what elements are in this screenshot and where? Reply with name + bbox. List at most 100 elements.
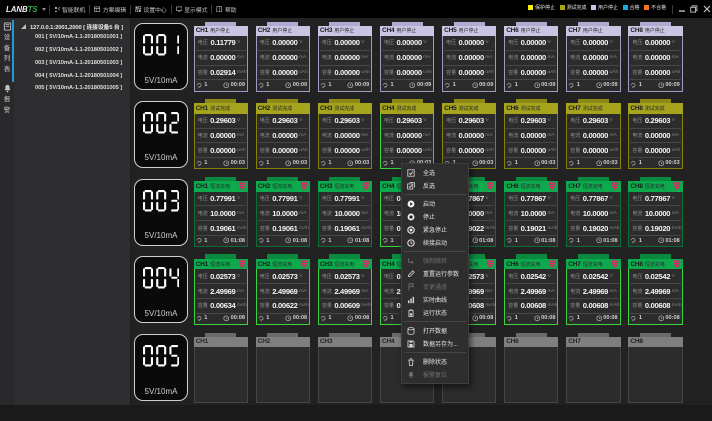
channel-status-label: 恒流充电 xyxy=(645,261,665,268)
capacity-label: 容量 xyxy=(632,225,642,232)
context-menu-item-run-status[interactable]: 运行状态 xyxy=(402,306,468,319)
voltage-value: 0.29603 xyxy=(645,116,670,125)
tree-item-device-3[interactable]: 003 [ 5V/10mA-1.1-20180501003 ] xyxy=(14,57,130,70)
channel-card-003-ch1[interactable]: CH1恒流充电电压0.77991V电流10.0000mA容量0.19061mAh… xyxy=(194,181,248,247)
clock-icon xyxy=(409,82,416,89)
side-tab-2[interactable]: 报警 xyxy=(0,84,14,116)
current-unit: mA xyxy=(299,211,308,216)
channel-card-001-ch4[interactable]: CH4用户停止电压0.00000V电流0.00000mA容量0.00000uAh… xyxy=(380,26,434,92)
context-menu-item-delete-status[interactable]: 删除状态 xyxy=(402,355,468,368)
channel-header: CH6 xyxy=(504,337,558,348)
tree-item-device-2[interactable]: 002 [ 5V/10mA-1.1-20180501002 ] xyxy=(14,44,130,57)
channel-card-001-ch8[interactable]: CH8用户停止电压0.00000V电流0.00000mA容量0.00000uAh… xyxy=(628,26,682,92)
channel-card-004-ch6[interactable]: CH6恒流充电电压0.02542V电流2.49969mA容量0.00608mAh… xyxy=(504,259,558,325)
tree-item-device-5[interactable]: 005 [ 5V/10mA-1.1-20180501005 ] xyxy=(14,82,130,95)
context-menu-item-reset-params[interactable]: 重置运行参数 xyxy=(402,267,468,280)
channel-card-005-ch6[interactable]: CH6 xyxy=(504,337,558,403)
menubar-item-3[interactable]: 设置中心 xyxy=(134,0,168,18)
channel-name: CH7 xyxy=(568,105,580,112)
channel-card-001-ch6[interactable]: CH6用户停止电压0.00000V电流0.00000mA容量0.00000uAh… xyxy=(504,26,558,92)
channel-card-003-ch6[interactable]: CH6恒流充电电压0.77867V电流10.0000mA容量0.19021mAh… xyxy=(504,181,558,247)
channel-card-003-ch3[interactable]: CH3恒流充电电压0.77991V电流10.0000mA容量0.19061mAh… xyxy=(318,181,372,247)
voltage-unit: V xyxy=(237,274,246,279)
menubar-item-4[interactable]: 显示模式 xyxy=(175,0,209,18)
channel-card-004-ch7[interactable]: CH7恒流充电电压0.02542V电流2.49969mA容量0.00608mAh… xyxy=(566,259,620,325)
channel-capacity-row: 容量0.00634mAh xyxy=(196,299,246,314)
context-menu-item-invert-select[interactable]: 反选 xyxy=(402,179,468,192)
cycle-count: 1 xyxy=(515,82,518,88)
voltage-label: 电压 xyxy=(322,39,332,46)
clock-icon xyxy=(285,160,292,167)
channel-card-004-ch3[interactable]: CH3恒流充电电压0.02573V电流2.49969mA容量0.00609mAh… xyxy=(318,259,372,325)
channel-card-003-ch2[interactable]: CH2恒流充电电压0.77991V电流10.0000mA容量0.19061mAh… xyxy=(256,181,310,247)
device-display-003[interactable]: 5V/10mA xyxy=(134,179,188,246)
context-menu-item-save-data-as[interactable]: 数据另存为... xyxy=(402,337,468,350)
channel-card-002-ch2[interactable]: CH2测试完成电压0.29603V电流0.00000mA容量0.00000uAh… xyxy=(256,103,310,169)
menubar-item-2[interactable]: 方案编辑 xyxy=(93,0,127,18)
channel-card-001-ch2[interactable]: CH2用户停止电压0.00000V电流0.00000mA容量0.00000uAh… xyxy=(256,26,310,92)
close-button[interactable] xyxy=(701,2,712,16)
channel-footer: 100:03 xyxy=(320,158,370,169)
context-menu-item-start[interactable]: 启动 xyxy=(402,197,468,210)
channel-status-label: 恒流充电 xyxy=(521,261,541,268)
elapsed-time: 00:03 xyxy=(479,160,493,166)
device-display-002[interactable]: 5V/10mA xyxy=(134,101,188,168)
channel-card-002-ch5[interactable]: CH5测试完成电压0.29603V电流0.00000mA容量0.00000uAh… xyxy=(442,103,496,169)
tree-item-device-4[interactable]: 004 [ 5V/10mA-1.1-20180501004 ] xyxy=(14,69,130,82)
current-unit: mA xyxy=(361,133,370,138)
realtime-curve-icon xyxy=(407,296,415,304)
channel-footer: 100:08 xyxy=(320,313,370,324)
capacity-label: 容量 xyxy=(322,147,332,154)
channel-card-002-ch1[interactable]: CH1测试完成电压0.29603V电流0.00000mA容量0.00000uAh… xyxy=(194,103,248,169)
minimize-button[interactable] xyxy=(676,2,689,16)
menubar-item-1[interactable]: 智能联机 xyxy=(53,0,87,18)
channel-card-005-ch7[interactable]: CH7 xyxy=(566,337,620,403)
channel-card-005-ch8[interactable]: CH8 xyxy=(628,337,682,403)
channel-card-002-ch3[interactable]: CH3测试完成电压0.29603V电流0.00000mA容量0.00000uAh… xyxy=(318,103,372,169)
current-value: 2.49969 xyxy=(334,287,359,296)
cycle-count: 1 xyxy=(515,315,518,321)
menubar-item-5[interactable]: 帮助 xyxy=(215,0,237,18)
channel-card-003-ch7[interactable]: CH7恒流充电电压0.77867V电流10.0000mA容量0.19020mAh… xyxy=(566,181,620,247)
context-menu-item-realtime-curve[interactable]: 实时曲线 xyxy=(402,293,468,306)
channel-card-001-ch1[interactable]: CH1用户停止电压0.11779V电流0.00000mA容量0.02914mAh… xyxy=(194,26,248,92)
channel-footer: 101:08 xyxy=(258,235,308,246)
voltage-value: 0.02542 xyxy=(521,272,546,281)
device-display-005[interactable]: 5V/10mA xyxy=(134,334,188,401)
channel-card-001-ch5[interactable]: CH5用户停止电压0.00000V电流0.00000mA容量0.00000uAh… xyxy=(442,26,496,92)
channel-current-row: 电流10.0000mA xyxy=(196,206,246,221)
channel-card-005-ch1[interactable]: CH1 xyxy=(194,337,248,403)
channel-card-001-ch3[interactable]: CH3用户停止电压0.00000V电流0.00000mA容量0.00000uAh… xyxy=(318,26,372,92)
channel-card-002-ch8[interactable]: CH8测试完成电压0.29603V电流0.00000mA容量0.00000uAh… xyxy=(628,103,682,169)
channel-card-005-ch3[interactable]: CH3 xyxy=(318,337,372,403)
channel-card-002-ch6[interactable]: CH6测试完成电压0.29603V电流0.00000mA容量0.00000uAh… xyxy=(504,103,558,169)
channel-card-005-ch2[interactable]: CH2 xyxy=(256,337,310,403)
channel-voltage-row: 电压0.00000V xyxy=(320,36,370,51)
tree-item-device-1[interactable]: 001 [ 5V/10mA-1.1-20180501001 ] xyxy=(14,31,130,44)
context-menu-item-emergency-stop[interactable]: 紧急停止 xyxy=(402,223,468,236)
alarm-bell-icon xyxy=(3,84,12,93)
channel-card-001-ch7[interactable]: CH7用户停止电压0.00000V电流0.00000mA容量0.00000uAh… xyxy=(566,26,620,92)
context-menu-item-open-data[interactable]: 打开数据 xyxy=(402,324,468,337)
context-menu-item-stop[interactable]: 停止 xyxy=(402,210,468,223)
channel-card-003-ch8[interactable]: CH8恒流充电电压0.77867V电流10.0000mA容量0.19020mAh… xyxy=(628,181,682,247)
restore-button[interactable] xyxy=(688,2,701,16)
channel-card-004-ch1[interactable]: CH1恒流充电电压0.02573V电流2.49969mA容量0.00634mAh… xyxy=(194,259,248,325)
device-display-004[interactable]: 5V/10mA xyxy=(134,256,188,323)
battery-charging-icon xyxy=(300,260,308,268)
channel-card-002-ch4[interactable]: CH4测试完成电压0.29603V电流0.00000mA容量0.00000uAh… xyxy=(380,103,434,169)
channel-card-004-ch2[interactable]: CH2恒流充电电压0.02573V电流2.49969mA容量0.00622mAh… xyxy=(256,259,310,325)
channel-card-004-ch8[interactable]: CH8恒流充电电压0.02542V电流2.49969mA容量0.00608mAh… xyxy=(628,259,682,325)
channel-header: CH7用户停止 xyxy=(566,26,620,37)
app-logo[interactable]: LANBTS xyxy=(6,5,46,14)
channel-card-002-ch7[interactable]: CH7测试完成电压0.29603V电流0.00000mA容量0.00000uAh… xyxy=(566,103,620,169)
channel-current-row: 电流2.49969mA xyxy=(506,284,556,299)
legend-item-1: 保护停止 xyxy=(528,4,555,11)
channel-header: CH6用户停止 xyxy=(504,26,558,37)
cycle-icon xyxy=(382,160,389,167)
context-menu-item-resume-start[interactable]: 续接启动 xyxy=(402,236,468,249)
context-menu-item-select-all[interactable]: 全选 xyxy=(402,166,468,179)
elapsed-time: 00:03 xyxy=(231,160,245,166)
current-value: 0.00000 xyxy=(459,53,484,62)
device-display-001[interactable]: 5V/10mA xyxy=(134,23,188,90)
